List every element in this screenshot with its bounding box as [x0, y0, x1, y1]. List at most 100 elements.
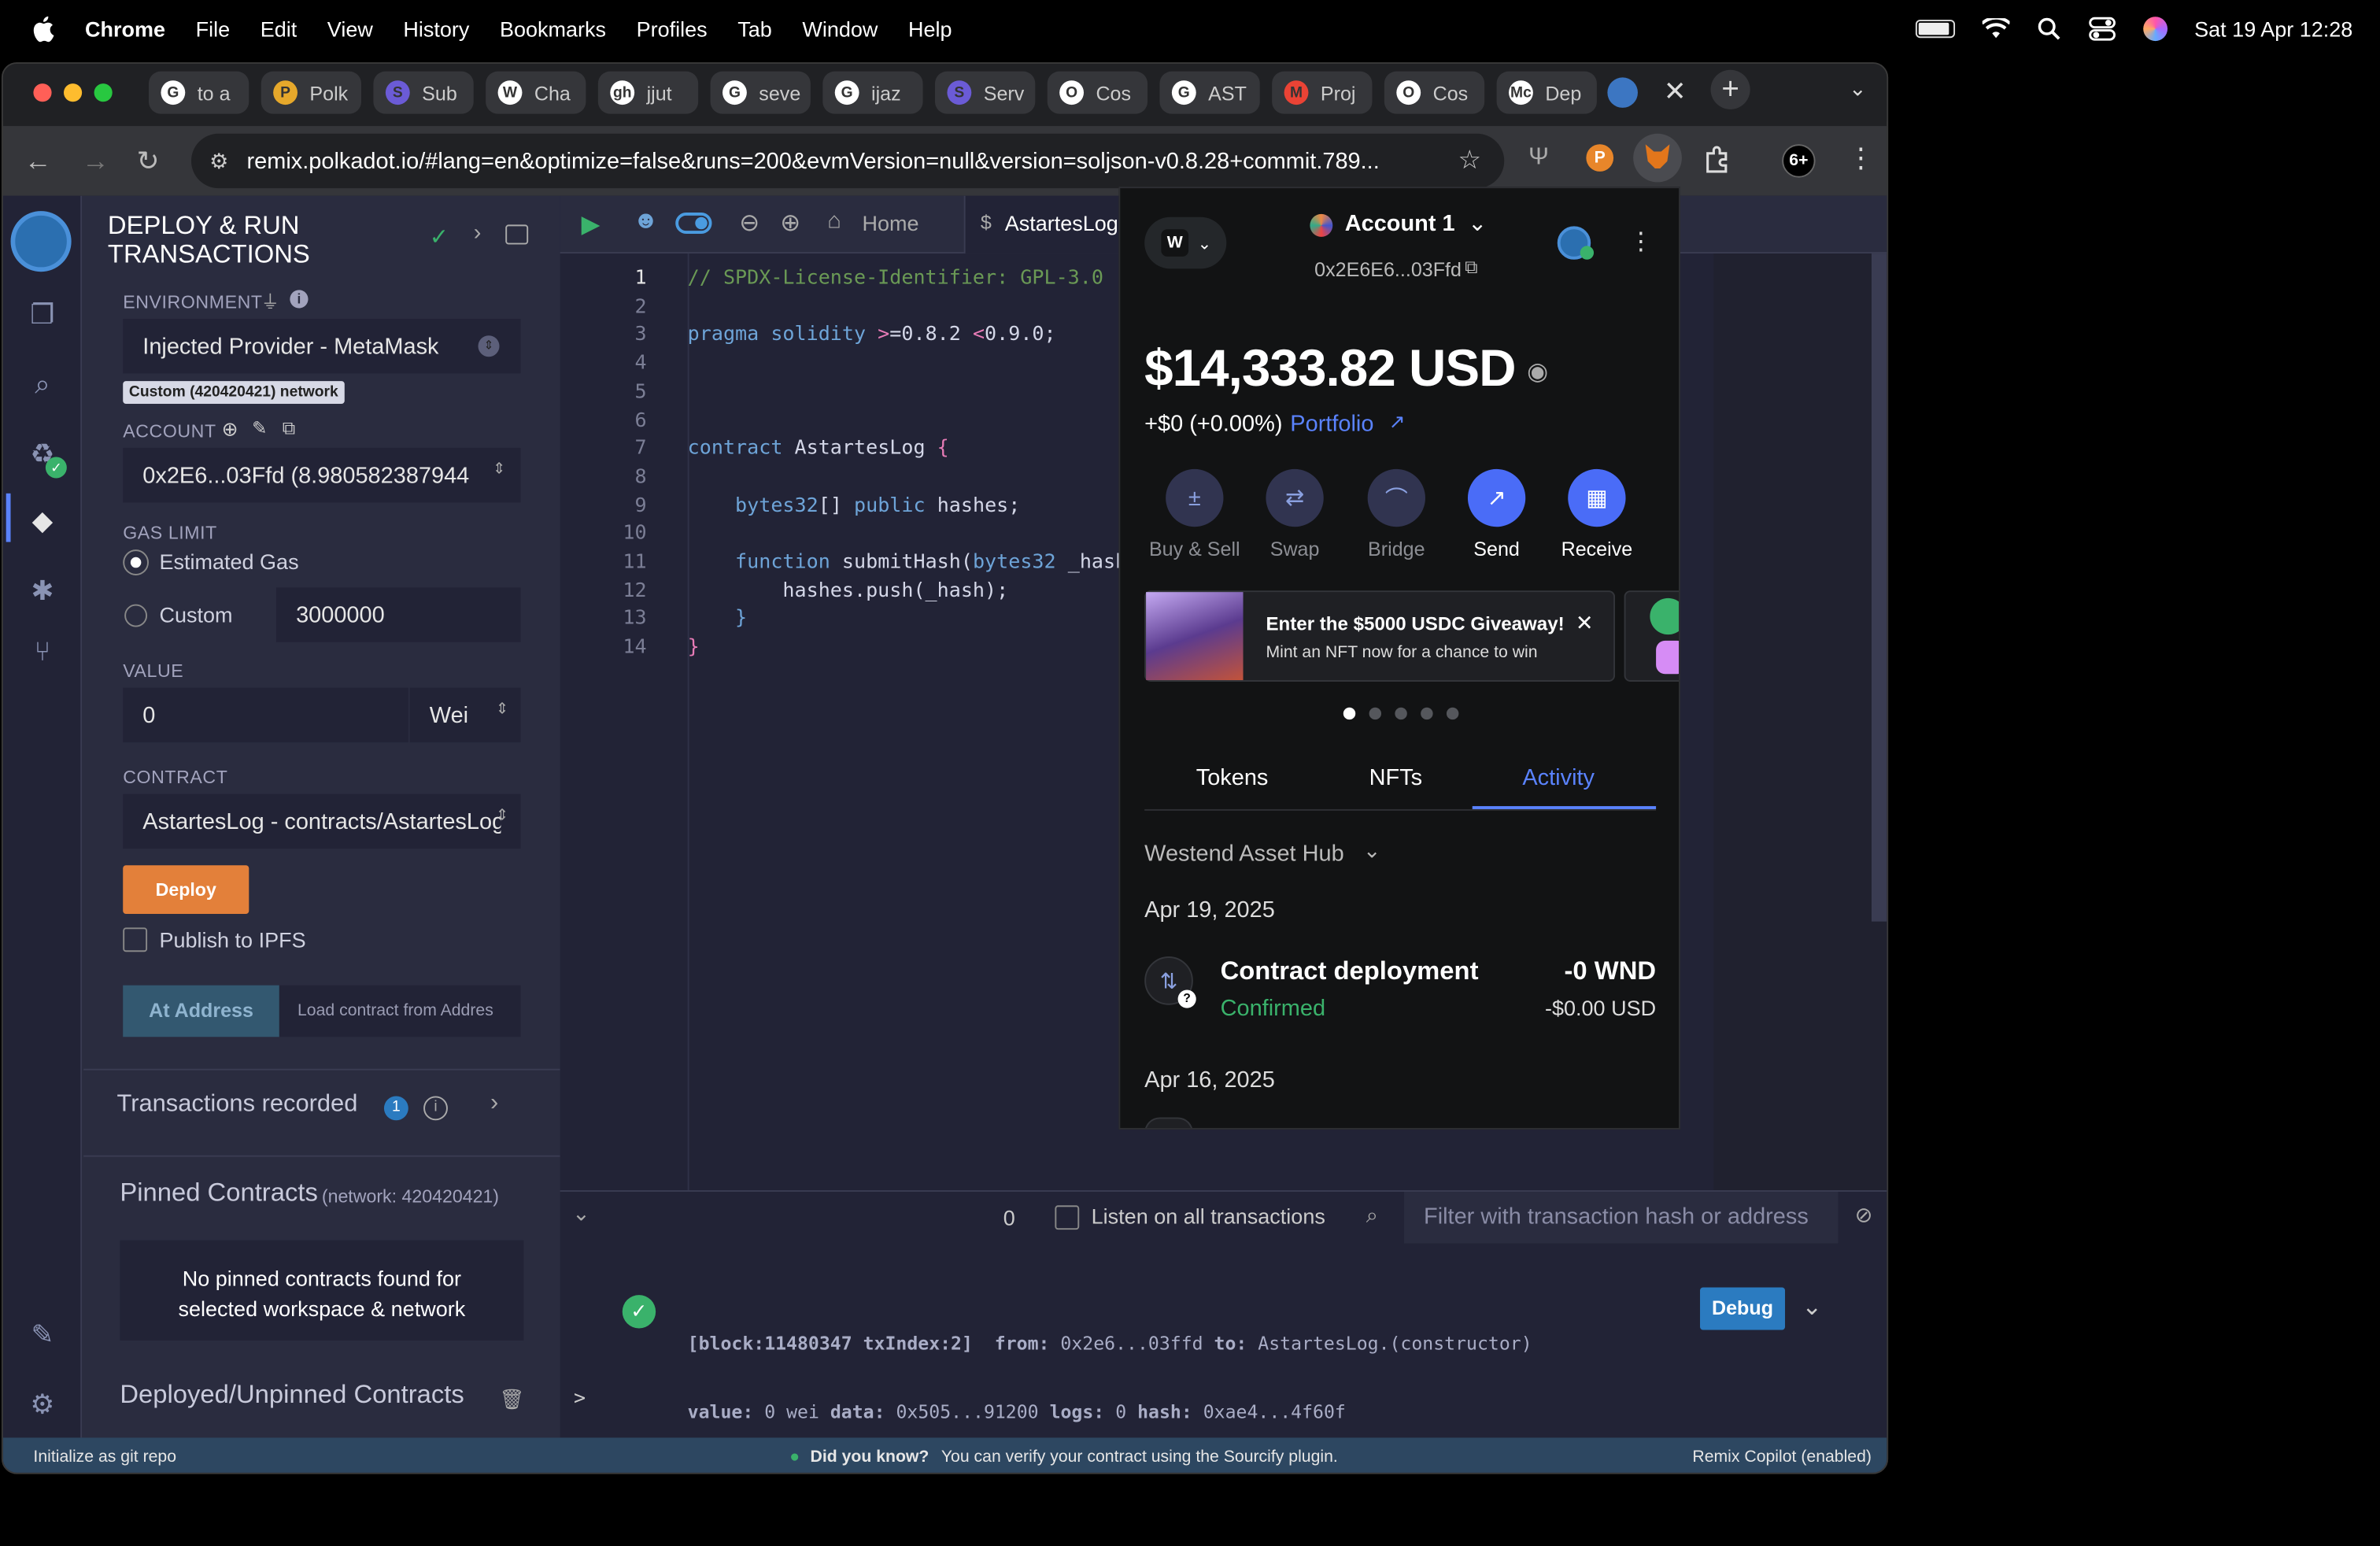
expand-log-chevron-icon[interactable]: ⌄ [1802, 1292, 1822, 1322]
copy-account-icon[interactable]: ⧉ [283, 417, 296, 440]
browser-tab[interactable]: gh jjut [597, 71, 699, 114]
value-input[interactable]: 0 [123, 687, 408, 743]
carousel-dot-active[interactable] [1343, 707, 1356, 720]
editor-scrollbar[interactable] [1871, 253, 1887, 922]
receive-button[interactable]: ▦ [1568, 468, 1626, 527]
git-branch-icon[interactable]: ⑂ [24, 633, 61, 669]
menu-tab[interactable]: Tab [737, 17, 772, 41]
tx-expand-chevron-icon[interactable]: › [490, 1090, 498, 1118]
send-button[interactable]: ↗ [1467, 468, 1526, 527]
tab-activity[interactable]: Activity [1522, 765, 1595, 791]
chevron-right-icon[interactable]: › [474, 220, 482, 246]
polkadot-extension-icon[interactable]: Ψ [1528, 144, 1549, 172]
bookmark-star-icon[interactable]: ☆ [1458, 146, 1481, 176]
tab-tokens[interactable]: Tokens [1196, 765, 1269, 791]
browser-tab[interactable]: S Sub [373, 71, 474, 114]
debugger-bug-icon[interactable]: ✱ [24, 572, 61, 608]
collapse-terminal-icon[interactable]: ⌄ [572, 1201, 590, 1227]
init-git-label[interactable]: Initialize as git repo [33, 1448, 176, 1466]
clear-console-icon[interactable]: ⊘ [1855, 1202, 1873, 1228]
browser-tab[interactable]: G AST [1159, 71, 1260, 114]
remix-logo-icon[interactable] [10, 211, 72, 272]
estimated-gas-radio[interactable] [124, 551, 148, 575]
code-line[interactable]: function submitHash(bytes32 _hash) [688, 551, 1139, 574]
minimap[interactable] [1713, 253, 1887, 1191]
control-center-icon[interactable] [2088, 17, 2116, 41]
tx-filter-input[interactable]: Filter with transaction hash or address [1403, 1191, 1839, 1244]
file-tab[interactable]: $ AstartesLog. [963, 195, 1124, 254]
code-line[interactable]: pragma solidity >=0.8.2 <0.9.0; [688, 324, 1056, 347]
carousel-dots[interactable] [1343, 707, 1459, 720]
promo-card[interactable]: Enter the $5000 USDC Giveaway! Mint an N… [1144, 590, 1616, 682]
carousel-dot[interactable] [1395, 707, 1407, 720]
menu-bookmarks[interactable]: Bookmarks [500, 17, 606, 41]
swap-button[interactable]: ⇄ [1266, 468, 1324, 527]
account-chevron-icon[interactable]: ⌄ [1468, 209, 1487, 237]
menu-window[interactable]: Window [802, 17, 878, 41]
gas-limit-input[interactable]: 3000000 [276, 587, 521, 642]
deploy-run-icon[interactable]: ◆ [24, 502, 61, 538]
code-line[interactable]: } [688, 608, 747, 631]
close-window-icon[interactable] [33, 83, 52, 102]
transactions-recorded-label[interactable]: Transactions recorded [117, 1092, 358, 1119]
code-line[interactable]: hashes.push(_hash); [688, 579, 1008, 602]
zoom-in-icon[interactable]: ⊕ [780, 208, 800, 239]
search-icon[interactable]: ⌕ [24, 366, 61, 402]
browser-tab[interactable]: Gto a [149, 71, 249, 114]
browser-tab[interactable]: P Polk [261, 71, 362, 114]
file-explorer-icon[interactable]: ❐ [24, 296, 61, 332]
browser-tab[interactable]: M Proj [1272, 71, 1373, 114]
debug-button[interactable]: Debug [1700, 1287, 1786, 1330]
menu-history[interactable]: History [403, 17, 469, 41]
zoom-out-icon[interactable]: ⊖ [739, 208, 759, 239]
address-bar[interactable]: ⚙ remix.polkadot.io/#lang=en&optimize=fa… [191, 133, 1505, 189]
network-filter-chevron-icon[interactable]: ⌄ [1363, 838, 1381, 864]
active-tab-favicon[interactable] [1607, 77, 1638, 108]
apple-icon[interactable] [31, 15, 55, 43]
profile-badge[interactable]: 6+ [1782, 144, 1816, 178]
at-address-button[interactable]: At Address [123, 985, 279, 1037]
value-unit-select[interactable]: Wei ⇕ [409, 687, 521, 743]
battery-icon[interactable] [1915, 20, 1955, 39]
wifi-icon[interactable] [1982, 18, 2009, 39]
hide-balance-eye-icon[interactable]: ◉ [1527, 357, 1548, 387]
environment-select[interactable]: Injected Provider - MetaMask ⇕ [123, 319, 521, 374]
console-prompt[interactable]: > [574, 1388, 586, 1411]
info-icon[interactable]: i [290, 290, 309, 309]
ai-robot-icon[interactable]: ☻ [633, 208, 658, 235]
metamask-extension-button[interactable] [1633, 133, 1682, 183]
tab-search-chevron-icon[interactable]: ⌄ [1849, 76, 1867, 102]
mm-menu-icon[interactable]: ⋮ [1628, 226, 1653, 257]
tab-nfts[interactable]: NFTs [1369, 765, 1423, 791]
tx-info-icon[interactable]: i [423, 1096, 448, 1121]
browser-tab[interactable]: O Cos [1047, 71, 1148, 114]
close-tab-icon[interactable]: ✕ [1664, 76, 1687, 108]
promo-card-next[interactable] [1624, 590, 1680, 682]
load-contract-input[interactable]: Load contract from Addres [279, 985, 521, 1037]
reload-icon[interactable]: ↻ [137, 146, 160, 178]
trash-icon[interactable]: 🗑 [500, 1388, 525, 1412]
buy-sell-button[interactable]: ± [1166, 468, 1224, 527]
network-filter[interactable]: Westend Asset Hub [1144, 841, 1344, 867]
bridge-button[interactable]: ⌒ [1367, 468, 1425, 527]
extensions-puzzle-icon[interactable] [1702, 144, 1732, 175]
siri-icon[interactable] [2142, 17, 2168, 42]
add-account-icon[interactable]: ⊕ [222, 417, 238, 442]
portfolio-link[interactable]: Portfolio [1290, 412, 1373, 438]
run-play-icon[interactable]: ▶ [582, 209, 601, 240]
network-picker[interactable]: W ⌄ [1144, 216, 1227, 269]
home-tab[interactable]: Home [862, 211, 918, 235]
code-line[interactable]: bytes32[] public hashes; [688, 494, 1020, 517]
external-link-icon[interactable]: ↗ [1389, 410, 1406, 435]
code-line[interactable]: contract AstartesLog { [688, 438, 949, 460]
site-info-icon[interactable]: ⚙ [209, 148, 228, 174]
menu-file[interactable]: File [196, 17, 231, 41]
menubar-clock[interactable]: Sat 19 Apr 12:28 [2194, 17, 2352, 41]
zoom-window-icon[interactable] [94, 83, 113, 102]
spotlight-search-icon[interactable] [2037, 17, 2061, 41]
browser-tab[interactable]: Gseve [710, 71, 811, 114]
settings-gear-icon[interactable]: ⚙ [24, 1386, 61, 1422]
contract-select[interactable]: AstartesLog - contracts/AstartesLog ⇕ [123, 793, 521, 849]
copilot-status[interactable]: Remix Copilot (enabled) [1692, 1448, 1872, 1466]
menu-app-name[interactable]: Chrome [85, 17, 165, 41]
